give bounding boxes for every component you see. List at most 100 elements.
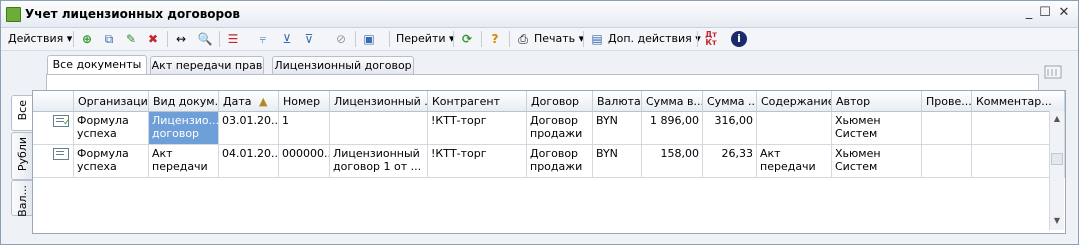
column-header-sum-currency[interactable]: Сумма в... — [642, 91, 703, 112]
filter-set-icon[interactable]: ⊻ — [279, 31, 295, 47]
close-button[interactable]: ✕ — [1056, 5, 1072, 21]
copy-icon[interactable]: ⧉ — [101, 31, 117, 47]
print-menu[interactable]: Печать ▾ — [534, 30, 584, 48]
column-header-currency[interactable]: Валюта — [593, 91, 642, 112]
print-icon[interactable]: ⎙ — [515, 31, 531, 47]
separator — [453, 31, 454, 47]
cell-author: Хьюмен Систем — [832, 145, 922, 178]
goto-label: Перейти — [396, 32, 446, 45]
column-header-number[interactable]: Номер — [279, 91, 330, 112]
actions-label: Действия — [8, 32, 64, 45]
cell-number: 1 — [279, 112, 330, 145]
tab-rights-transfer-act[interactable]: Акт передачи прав — [150, 56, 264, 75]
cell-checked — [922, 145, 972, 178]
more-actions-label: Доп. действия — [608, 32, 692, 45]
column-header-license[interactable]: Лицензионный ... — [330, 91, 428, 112]
debit-credit-icon[interactable]: Дт Кт — [703, 31, 719, 47]
tab-panel — [46, 74, 1039, 91]
separator — [355, 31, 356, 47]
cell-sum-currency: 158,00 — [642, 145, 703, 178]
column-header-organization[interactable]: Организация — [74, 91, 149, 112]
minimize-button[interactable]: _ — [1021, 5, 1037, 21]
title-bar: Учет лицензионных договоров _ ☐ ✕ — [1, 1, 1078, 28]
separator — [73, 31, 74, 47]
edit-icon[interactable]: ✎ — [123, 31, 139, 47]
cell-contract: Договор продажи ... — [527, 145, 593, 178]
cell-content — [757, 112, 832, 145]
column-header-contract[interactable]: Договор — [527, 91, 593, 112]
delete-icon[interactable]: ✖ — [145, 31, 161, 47]
actions-menu[interactable]: Действия ▾ — [8, 30, 72, 48]
window-title: Учет лицензионных договоров — [25, 7, 240, 21]
column-header-icon — [33, 91, 74, 112]
cell-date: 04.01.20... — [219, 145, 279, 178]
cell-currency: BYN — [593, 112, 642, 145]
posted-document-icon: ✓ — [53, 115, 71, 128]
cell-contractor: !КТТ-торг — [428, 145, 527, 178]
more-actions-menu[interactable]: Доп. действия ▾ — [608, 30, 701, 48]
document-tabs: Все документы Акт передачи прав Лицензио… — [1, 55, 1078, 75]
vertical-scrollbar[interactable]: ▲ ▼ — [1049, 111, 1064, 230]
scroll-up-icon[interactable]: ▲ — [1051, 113, 1063, 125]
column-header-checked[interactable]: Прове... — [922, 91, 972, 112]
column-header-author[interactable]: Автор — [832, 91, 922, 112]
cell-doc-type: Акт передачи ... — [149, 145, 219, 178]
separator — [389, 31, 390, 47]
cell-checked — [922, 112, 972, 145]
tab-license-agreement[interactable]: Лицензионный договор — [272, 56, 414, 75]
scroll-down-icon[interactable]: ▼ — [1051, 215, 1063, 227]
document-icon — [53, 148, 69, 160]
column-header-comment[interactable]: Комментар... — [972, 91, 1065, 112]
column-header-contractor[interactable]: Контрагент — [428, 91, 527, 112]
date-header-label: Дата — [223, 95, 252, 108]
cell-content: Акт передачи ... — [757, 145, 832, 178]
cell-number: 000000... — [279, 145, 330, 178]
more-actions-icon[interactable]: ▤ — [589, 31, 605, 47]
cell-date: 03.01.20... — [219, 112, 279, 145]
side-tab-rubles-label: Рубли — [16, 137, 29, 172]
row-status-cell — [33, 145, 74, 178]
tab-all-documents[interactable]: Все документы — [47, 55, 147, 75]
cell-organization: Формула успеха — [74, 112, 149, 145]
help-icon[interactable]: ? — [487, 31, 503, 47]
cell-sum-currency: 1 896,00 — [642, 112, 703, 145]
filter-clear-icon[interactable]: ⊘ — [333, 31, 349, 47]
add-icon[interactable]: ⊕ — [79, 31, 95, 47]
structure-icon[interactable]: ▣ — [361, 31, 377, 47]
cell-license — [330, 112, 428, 145]
filter-menu-icon[interactable]: ⊽ — [301, 31, 317, 47]
cell-contractor: !КТТ-торг — [428, 112, 527, 145]
column-header-doc-type[interactable]: Вид докум... — [149, 91, 219, 112]
list-icon[interactable]: ☰ — [225, 31, 241, 47]
side-tab-rubles[interactable]: Рубли — [11, 132, 32, 180]
column-header-date[interactable]: Дата ▲ — [219, 91, 279, 112]
settings-icon[interactable] — [1044, 64, 1062, 80]
search-icon[interactable]: 🔍 — [197, 31, 213, 47]
column-header-sum[interactable]: Сумма ... — [703, 91, 757, 112]
info-icon[interactable]: i — [731, 31, 747, 47]
cell-doc-type: Лицензио... договор — [149, 112, 219, 145]
documents-table: Организация Вид докум... Дата ▲ Номер Лиц… — [32, 90, 1066, 234]
side-tab-currency[interactable]: Вал... — [11, 180, 32, 217]
column-header-content[interactable]: Содержание — [757, 91, 832, 112]
range-icon[interactable]: ↔ — [173, 31, 189, 47]
maximize-button[interactable]: ☐ — [1037, 5, 1053, 21]
separator — [509, 31, 510, 47]
goto-menu[interactable]: Перейти ▾ — [396, 30, 455, 48]
side-tab-all[interactable]: Все — [11, 95, 32, 131]
cell-license: Лицензионный договор 1 от ... — [330, 145, 428, 178]
cell-sum: 316,00 — [703, 112, 757, 145]
main-window: Учет лицензионных договоров _ ☐ ✕ Действ… — [0, 0, 1079, 245]
refresh-icon[interactable]: ⟳ — [459, 31, 475, 47]
sort-asc-icon: ▲ — [259, 95, 268, 108]
print-label: Печать — [534, 32, 576, 45]
separator — [167, 31, 168, 47]
row-status-cell: ✓ — [33, 112, 74, 145]
filter-icon[interactable]: ⫧ — [255, 31, 271, 47]
separator — [481, 31, 482, 47]
scroll-thumb[interactable] — [1051, 153, 1063, 165]
separator — [697, 31, 698, 47]
cell-contract: Договор продажи ... — [527, 112, 593, 145]
side-tab-currency-label: Вал... — [16, 185, 29, 217]
separator — [583, 31, 584, 47]
